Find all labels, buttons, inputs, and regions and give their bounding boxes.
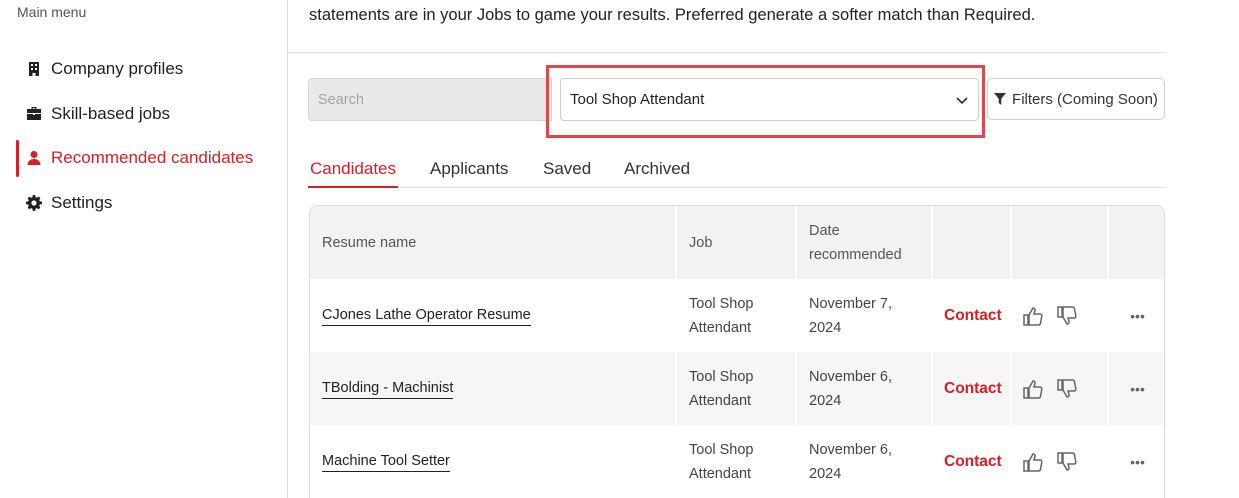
- job-value: Tool Shop Attendant: [689, 441, 754, 482]
- thumbs-down-icon[interactable]: [1056, 378, 1078, 400]
- resume-link[interactable]: CJones Lathe Operator Resume: [322, 305, 531, 326]
- candidates-table: Resume name Job Date recommended CJones L…: [309, 205, 1165, 498]
- sidebar-item-skill-based-jobs[interactable]: Skill-based jobs: [16, 92, 286, 137]
- table-row: TBolding - Machinist Tool Shop Attendant …: [310, 352, 1164, 425]
- header-label: Resume name: [322, 234, 417, 251]
- rating-cell: [1012, 352, 1107, 425]
- building-icon: [26, 61, 42, 77]
- header-contact: [933, 206, 1010, 279]
- contact-cell: Contact: [933, 425, 1010, 498]
- contact-cell: Contact: [933, 352, 1010, 425]
- header-actions: [1109, 206, 1164, 279]
- more-options-icon[interactable]: •••: [1130, 377, 1145, 401]
- resume-cell: CJones Lathe Operator Resume: [310, 279, 675, 352]
- date-value: November 6, 2024: [809, 441, 893, 482]
- tab-saved[interactable]: Saved: [541, 159, 593, 186]
- intro-text: statements are in your Jobs to game your…: [309, 6, 1036, 24]
- tab-archived[interactable]: Archived: [622, 159, 692, 186]
- chevron-down-icon: [954, 92, 970, 108]
- date-cell: November 6, 2024: [797, 425, 931, 498]
- sidebar-item-label: Company profiles: [51, 59, 184, 79]
- resume-cell: TBolding - Machinist: [310, 352, 675, 425]
- sidebar-item-settings[interactable]: Settings: [16, 181, 286, 226]
- filter-icon: [994, 93, 1007, 105]
- rating-cell: [1012, 279, 1107, 352]
- job-cell: Tool Shop Attendant: [677, 352, 795, 425]
- tab-candidates[interactable]: Candidates: [308, 159, 399, 188]
- actions-cell: •••: [1109, 425, 1164, 498]
- rating-cell: [1012, 425, 1107, 498]
- search-input[interactable]: [308, 78, 552, 121]
- job-select-value: Tool Shop Attendant: [570, 91, 705, 108]
- header-job: Job: [677, 206, 795, 279]
- table-header: Resume name Job Date recommended: [310, 206, 1164, 279]
- header-date-recommended: Date recommended: [797, 206, 931, 279]
- table-row: CJones Lathe Operator Resume Tool Shop At…: [310, 279, 1164, 352]
- more-options-icon[interactable]: •••: [1130, 450, 1145, 474]
- table-row: Machine Tool Setter Tool Shop Attendant N…: [310, 425, 1164, 498]
- main-menu-title: Main menu: [17, 4, 87, 20]
- actions-cell: •••: [1109, 352, 1164, 425]
- resume-link[interactable]: Machine Tool Setter: [322, 451, 450, 472]
- header-label: Date recommended: [809, 222, 902, 263]
- thumbs-up-icon[interactable]: [1022, 451, 1044, 473]
- thumbs-down-icon[interactable]: [1056, 305, 1078, 327]
- contact-link[interactable]: Contact: [944, 377, 1002, 401]
- sidebar-item-company-profiles[interactable]: Company profiles: [16, 47, 286, 92]
- more-options-icon[interactable]: •••: [1130, 304, 1145, 328]
- briefcase-icon: [26, 106, 42, 122]
- resume-link[interactable]: TBolding - Machinist: [322, 378, 454, 399]
- divider: [288, 52, 1165, 53]
- job-cell: Tool Shop Attendant: [677, 279, 795, 352]
- sidebar: Main menu Company profiles Skill-based j…: [0, 0, 288, 498]
- filters-button-label: Filters (Coming Soon): [1012, 90, 1158, 108]
- contact-cell: Contact: [933, 279, 1010, 352]
- resume-cell: Machine Tool Setter: [310, 425, 675, 498]
- job-value: Tool Shop Attendant: [689, 368, 754, 409]
- header-rating: [1012, 206, 1107, 279]
- date-value: November 6, 2024: [809, 368, 893, 409]
- thumbs-up-icon[interactable]: [1022, 378, 1044, 400]
- thumbs-down-icon[interactable]: [1056, 451, 1078, 473]
- date-cell: November 7, 2024: [797, 279, 931, 352]
- date-value: November 7, 2024: [809, 295, 893, 336]
- user-icon: [26, 150, 42, 166]
- sidebar-item-label: Settings: [51, 192, 113, 212]
- contact-link[interactable]: Contact: [944, 450, 1002, 474]
- thumbs-up-icon[interactable]: [1022, 305, 1044, 327]
- sidebar-nav: Company profiles Skill-based jobs Recomm…: [16, 47, 286, 225]
- tab-applicants[interactable]: Applicants: [428, 159, 510, 186]
- header-label: Job: [689, 234, 713, 251]
- job-value: Tool Shop Attendant: [689, 295, 754, 336]
- actions-cell: •••: [1109, 279, 1164, 352]
- header-resume-name: Resume name: [310, 206, 675, 279]
- date-cell: November 6, 2024: [797, 352, 931, 425]
- filters-button[interactable]: Filters (Coming Soon): [987, 78, 1165, 120]
- sidebar-item-label: Recommended candidates: [51, 148, 254, 168]
- sidebar-item-recommended-candidates[interactable]: Recommended candidates: [16, 136, 286, 181]
- contact-link[interactable]: Contact: [944, 304, 1002, 328]
- job-cell: Tool Shop Attendant: [677, 425, 795, 498]
- tab-bar: Candidates Applicants Saved Archived: [308, 153, 1165, 188]
- job-select[interactable]: Tool Shop Attendant: [560, 78, 979, 121]
- gear-icon: [26, 194, 42, 211]
- sidebar-item-label: Skill-based jobs: [51, 103, 171, 123]
